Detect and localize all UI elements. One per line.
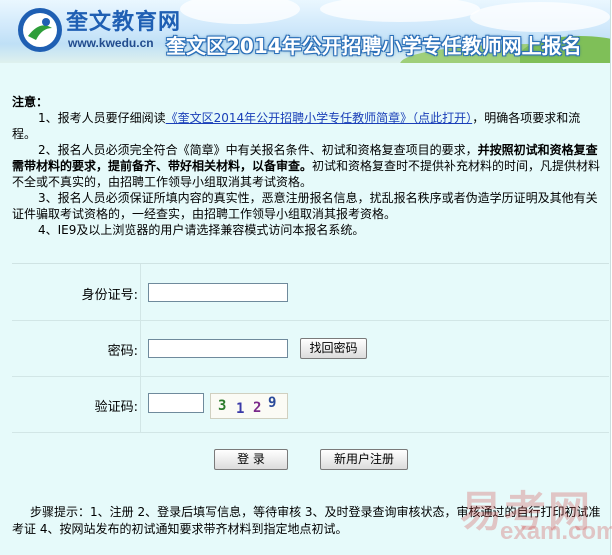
captcha-label: 验证码:: [94, 400, 138, 415]
logo-icon: [18, 8, 62, 52]
divider: [140, 376, 141, 432]
password-label: 密码:: [107, 344, 138, 359]
notice-item-3: 3、报名人员必须保证所填内容的真实性，恶意注册报名信息，扰乱报名秩序或者伪造学历…: [12, 191, 598, 221]
action-row: [12, 432, 609, 482]
captcha-char: 2: [253, 400, 262, 416]
register-button[interactable]: 新用户注册: [320, 449, 408, 470]
cloud-decoration: [180, 0, 300, 24]
brochure-link[interactable]: 《奎文区2014年公开招聘小学专任教师简章》（点此打开）: [166, 111, 473, 125]
divider: [140, 320, 141, 376]
captcha-row: 验证码:: [12, 376, 609, 433]
logo-text: 奎文教育网: [66, 9, 182, 35]
captcha-char: 3: [218, 398, 227, 414]
id-row: 身份证号:: [12, 264, 609, 321]
divider: [140, 264, 141, 320]
captcha-char: 1: [236, 401, 245, 417]
notice-heading: 注意：: [12, 95, 49, 109]
page: 奎文教育网 www.kwedu.cn 奎文区2014年公开招聘小学专任教师网上报…: [0, 0, 612, 555]
header-banner: 奎文教育网 www.kwedu.cn 奎文区2014年公开招聘小学专任教师网上报…: [0, 0, 610, 63]
notice-item-2: 2、报名人员必须完全符合《简章》中有关报名条件、初试和资格复查项目的要求，并按照…: [12, 142, 604, 190]
id-label: 身份证号:: [81, 288, 138, 303]
cloud-decoration: [470, 2, 610, 32]
notice-item-4: 4、IE9及以上浏览器的用户请选择兼容模式访问本报名系统。: [38, 223, 365, 237]
login-button[interactable]: 登 录: [214, 449, 288, 470]
logo-url: www.kwedu.cn: [68, 36, 154, 50]
password-input[interactable]: [148, 339, 288, 358]
page-title: 奎文区2014年公开招聘小学专任教师网上报名: [166, 34, 582, 58]
notice-section: 注意： 1、报考人员要仔细阅读《奎文区2014年公开招聘小学专任教师简章》（点此…: [12, 94, 604, 238]
notice-item-1-text: 1、报考人员要仔细阅读: [38, 111, 166, 125]
recover-password-button[interactable]: 找回密码: [300, 338, 367, 359]
id-number-input[interactable]: [148, 283, 288, 302]
watermark-url: exam.com: [500, 518, 612, 545]
captcha-input[interactable]: [148, 393, 204, 413]
captcha-image[interactable]: 3 1 2 9: [210, 393, 288, 419]
login-form: 身份证号: 密码: 验证码:: [12, 263, 609, 483]
notice-item-2-text: 2、报名人员必须完全符合《简章》中有关报名条件、初试和资格复查项目的要求，: [38, 143, 478, 157]
captcha-char: 9: [268, 395, 277, 411]
notice-item-1: 1、报考人员要仔细阅读《奎文区2014年公开招聘小学专任教师简章》（点此打开），…: [12, 110, 604, 142]
cloud-decoration: [320, 0, 480, 22]
